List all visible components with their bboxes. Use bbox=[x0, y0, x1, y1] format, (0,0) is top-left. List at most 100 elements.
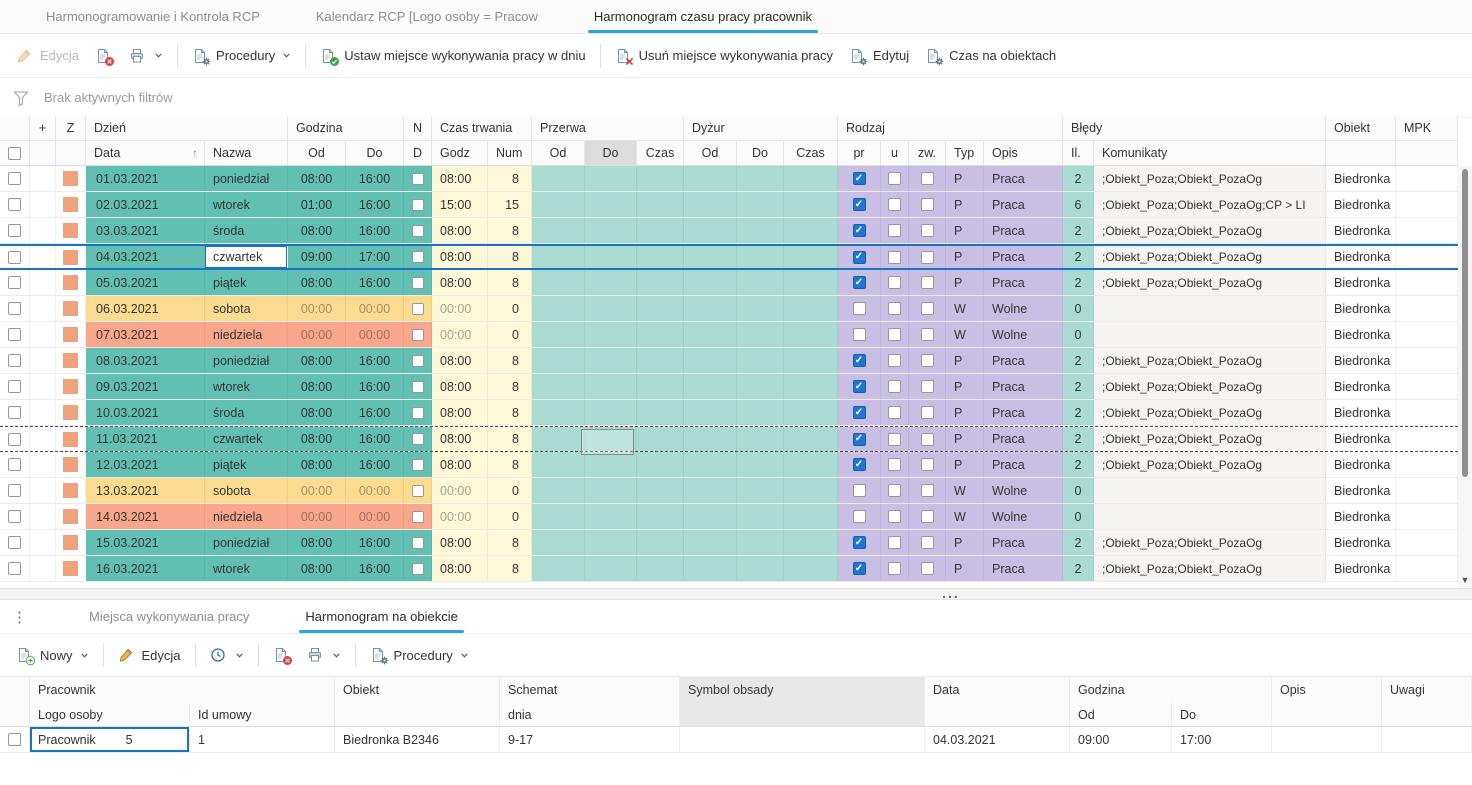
cell-il[interactable]: 2 bbox=[1063, 556, 1094, 581]
cell-dyzur-czas[interactable] bbox=[784, 530, 838, 555]
cell-mpk[interactable] bbox=[1396, 218, 1458, 243]
cell-num[interactable]: 8 bbox=[488, 530, 532, 555]
cell-il[interactable]: 2 bbox=[1063, 270, 1094, 295]
scrollbar-down-arrow[interactable]: ▼ bbox=[1458, 574, 1472, 586]
cell-przerwa-do[interactable] bbox=[585, 322, 637, 347]
cell-obiekt[interactable]: Biedronka B2346 bbox=[335, 727, 500, 753]
cell-data[interactable]: 11.03.2021 bbox=[86, 427, 205, 451]
col-header[interactable]: u bbox=[881, 141, 909, 165]
cell-num[interactable]: 15 bbox=[488, 192, 532, 217]
cell-do[interactable]: 16:00 bbox=[346, 452, 404, 477]
cell-il[interactable]: 2 bbox=[1063, 452, 1094, 477]
cell-godz[interactable]: 00:00 bbox=[432, 478, 488, 503]
cell-typ[interactable]: P bbox=[946, 374, 984, 399]
cell-mpk[interactable] bbox=[1396, 270, 1458, 295]
cell-przerwa-od[interactable] bbox=[532, 400, 585, 425]
cell-d[interactable] bbox=[404, 322, 432, 347]
cell-do[interactable]: 16:00 bbox=[346, 400, 404, 425]
cell-il[interactable]: 2 bbox=[1063, 348, 1094, 373]
cell-opis[interactable]: Wolne bbox=[984, 478, 1063, 503]
tab-harmonogramowanie[interactable]: Harmonogramowanie i Kontrola RCP bbox=[18, 0, 288, 33]
cell-przerwa-czas[interactable] bbox=[637, 348, 684, 373]
cell-komunikaty[interactable]: ;Obiekt_Poza;Obiekt_PozaOg bbox=[1094, 530, 1326, 555]
cell-il[interactable]: 2 bbox=[1063, 427, 1094, 451]
cell-komunikaty[interactable]: ;Obiekt_Poza;Obiekt_PozaOg bbox=[1094, 374, 1326, 399]
cell-typ[interactable]: W bbox=[946, 478, 984, 503]
cell-pr[interactable] bbox=[838, 192, 881, 217]
cell-przerwa-czas[interactable] bbox=[637, 270, 684, 295]
cell-przerwa-od[interactable] bbox=[532, 218, 585, 243]
cell-pr[interactable] bbox=[838, 218, 881, 243]
cell-godz[interactable]: 00:00 bbox=[432, 504, 488, 529]
cell-nazwa[interactable]: środa bbox=[205, 218, 288, 243]
d-checkbox[interactable] bbox=[411, 251, 424, 263]
cell-opis[interactable] bbox=[1272, 727, 1382, 753]
col-header-logo-osoby[interactable]: Logo osoby bbox=[30, 703, 190, 727]
tab-miejsca-wykonywania[interactable]: Miejsca wykonywania pracy bbox=[61, 600, 277, 633]
filter-funnel-icon[interactable] bbox=[12, 89, 30, 107]
cell-dyzur-od[interactable] bbox=[684, 374, 737, 399]
cell-num[interactable]: 8 bbox=[488, 452, 532, 477]
row-checkbox[interactable] bbox=[8, 172, 21, 185]
cell-przerwa-do[interactable] bbox=[585, 246, 637, 268]
zw-checkbox[interactable] bbox=[920, 458, 934, 471]
cell-od[interactable]: 08:00 bbox=[288, 530, 346, 555]
d-checkbox[interactable] bbox=[411, 536, 424, 549]
col-group-obiekt[interactable]: Obiekt bbox=[1326, 116, 1396, 140]
cell-do[interactable]: 16:00 bbox=[346, 270, 404, 295]
cell-do[interactable]: 00:00 bbox=[346, 504, 404, 529]
cell-nazwa[interactable]: poniedział bbox=[205, 348, 288, 373]
d-checkbox[interactable] bbox=[411, 276, 424, 289]
cell-godz[interactable]: 08:00 bbox=[432, 374, 488, 399]
cell-mpk[interactable] bbox=[1396, 192, 1458, 217]
cell-przerwa-do[interactable] bbox=[585, 400, 637, 425]
d-checkbox[interactable] bbox=[411, 380, 424, 393]
row-checkbox[interactable] bbox=[8, 302, 21, 315]
cell-typ[interactable]: W bbox=[946, 322, 984, 347]
col-header[interactable]: zw. bbox=[909, 141, 946, 165]
cell-zw[interactable] bbox=[909, 452, 946, 477]
print-button[interactable] bbox=[121, 42, 171, 70]
cell-data[interactable]: 10.03.2021 bbox=[86, 400, 205, 425]
d-checkbox[interactable] bbox=[411, 406, 424, 419]
cell-pr[interactable] bbox=[838, 400, 881, 425]
cell-mpk[interactable] bbox=[1396, 427, 1458, 451]
cell-komunikaty[interactable]: ;Obiekt_Poza;Obiekt_PozaOg bbox=[1094, 348, 1326, 373]
cell-il[interactable]: 2 bbox=[1063, 374, 1094, 399]
cell-od[interactable]: 00:00 bbox=[288, 504, 346, 529]
cell-u[interactable] bbox=[881, 218, 909, 243]
cell-num[interactable]: 0 bbox=[488, 478, 532, 503]
pr-checkbox[interactable] bbox=[852, 510, 866, 523]
cell-data[interactable]: 07.03.2021 bbox=[86, 322, 205, 347]
col-header[interactable]: Godz bbox=[432, 141, 488, 165]
cell-dyzur-od[interactable] bbox=[684, 322, 737, 347]
cell-pr[interactable] bbox=[838, 322, 881, 347]
cell-przerwa-od[interactable] bbox=[532, 452, 585, 477]
cell-przerwa-czas[interactable] bbox=[637, 427, 684, 451]
u-checkbox[interactable] bbox=[888, 276, 901, 289]
cell-dyzur-od[interactable] bbox=[684, 296, 737, 321]
row-checkbox[interactable] bbox=[8, 733, 21, 746]
cell-data[interactable]: 06.03.2021 bbox=[86, 296, 205, 321]
cell-typ[interactable]: P bbox=[946, 400, 984, 425]
cell-il[interactable]: 6 bbox=[1063, 192, 1094, 217]
cell-przerwa-do[interactable] bbox=[585, 348, 637, 373]
zw-checkbox[interactable] bbox=[920, 406, 934, 419]
col-header[interactable]: Czas bbox=[784, 141, 838, 165]
u-checkbox[interactable] bbox=[888, 328, 901, 341]
cell-num[interactable]: 8 bbox=[488, 218, 532, 243]
cell-zw[interactable] bbox=[909, 504, 946, 529]
cell-przerwa-od[interactable] bbox=[532, 504, 585, 529]
cell-przerwa-czas[interactable] bbox=[637, 218, 684, 243]
cell-mpk[interactable] bbox=[1396, 556, 1458, 581]
cell-do[interactable]: 17:00 bbox=[346, 246, 404, 268]
cell-godz[interactable]: 08:00 bbox=[432, 556, 488, 581]
cell-obiekt[interactable]: Biedronka bbox=[1326, 270, 1396, 295]
cell-d[interactable] bbox=[404, 192, 432, 217]
cell-pr[interactable] bbox=[838, 374, 881, 399]
cell-komunikaty[interactable]: ;Obiekt_Poza;Obiekt_PozaOg bbox=[1094, 270, 1326, 295]
cell-godz[interactable]: 08:00 bbox=[432, 427, 488, 451]
cell-dyzur-do[interactable] bbox=[737, 270, 784, 295]
cell-typ[interactable]: W bbox=[946, 504, 984, 529]
cell-data[interactable]: 12.03.2021 bbox=[86, 452, 205, 477]
